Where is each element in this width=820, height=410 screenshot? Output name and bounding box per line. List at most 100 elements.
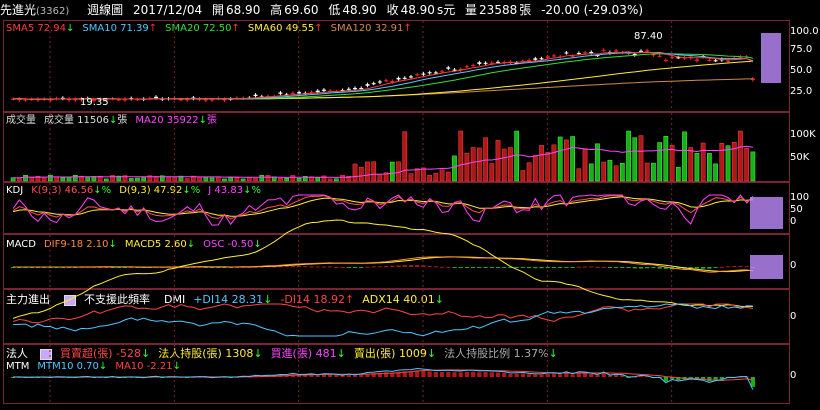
candle-body — [359, 87, 364, 89]
close-value: 48.90 — [400, 3, 435, 17]
k-line — [12, 195, 754, 220]
mtm-bar — [334, 374, 339, 377]
volume-bar — [707, 152, 712, 182]
candle-body — [452, 69, 457, 71]
volume-bar — [203, 176, 209, 182]
volume-bar — [240, 178, 246, 182]
volume-bar — [619, 162, 625, 182]
osc-bar — [725, 266, 731, 268]
period-label[interactable]: 週線圖 — [87, 3, 123, 17]
low-mark: 19.35 — [80, 97, 109, 108]
volume-bar — [396, 161, 401, 182]
osc-bar — [545, 267, 550, 269]
volume-bar — [290, 175, 296, 182]
osc-bar — [390, 265, 395, 267]
mtm-bar — [533, 374, 538, 377]
mtm-panel[interactable]: 法人 買賣超(張) -528↓ 法人持股(張) 1308↓ 買進(張) 481↓ 賣出(… — [3, 344, 791, 405]
unit-label: s元 — [436, 3, 456, 17]
mtm-bar — [359, 374, 364, 377]
candle-body — [638, 50, 643, 52]
volume-bar — [551, 144, 557, 182]
osc-bar — [744, 266, 749, 268]
volume-bar — [445, 171, 451, 182]
osc-bar — [433, 266, 438, 268]
volume-bar — [408, 173, 414, 182]
candle-body — [614, 50, 619, 52]
macd-chart[interactable] — [4, 235, 791, 290]
mtm-chart[interactable] — [4, 345, 791, 405]
volume-panel[interactable]: 成交量 成交量 11506↓張 MA20 35922↓張 — [3, 112, 791, 183]
volume-bar — [389, 161, 395, 182]
mtm-bar — [483, 372, 488, 377]
osc-bar — [719, 266, 724, 268]
volume-bar — [520, 170, 526, 182]
osc-bar — [309, 266, 314, 268]
candle-body — [178, 99, 183, 101]
volume-bar — [669, 145, 675, 182]
osc-bar — [533, 267, 538, 269]
volume-bar — [495, 140, 501, 182]
mtm-bar — [514, 373, 519, 377]
osc-bar — [439, 266, 445, 268]
price-candlestick-chart[interactable] — [4, 21, 791, 113]
price-panel[interactable]: SMA5 72.94↓ SMA10 71.39↑ SMA20 72.50↑ SMA60… — [3, 20, 791, 113]
osc-bar — [315, 266, 320, 268]
candle-body — [371, 83, 376, 85]
osc-bar — [707, 267, 712, 269]
volume-bar — [284, 178, 289, 182]
volume-bar — [72, 174, 78, 182]
volume-bar — [209, 177, 215, 182]
volume-bar — [483, 137, 488, 182]
osc-bar — [595, 266, 600, 268]
candle-body — [477, 62, 482, 64]
candle-body — [346, 88, 351, 90]
candle-body — [210, 99, 215, 101]
candle-body — [545, 56, 550, 58]
volume-bar — [644, 162, 650, 182]
volume-bar — [23, 175, 28, 182]
macd-axis: 0 — [790, 234, 820, 289]
mtm-axis: 0 — [790, 344, 820, 404]
volume-bar — [253, 178, 258, 182]
candle-body — [396, 77, 401, 80]
volume-bar — [439, 169, 445, 182]
highlight-range — [750, 255, 783, 279]
candle-body — [713, 60, 718, 62]
dmi-line-chart[interactable] — [4, 219, 791, 345]
candle-body — [564, 52, 569, 54]
volume-bar-chart[interactable] — [4, 113, 791, 183]
osc-bar — [657, 267, 662, 269]
volume-bar — [197, 176, 202, 182]
volume-bar — [532, 155, 538, 182]
volume-bar — [694, 153, 700, 182]
candle-body — [663, 59, 668, 61]
sma5-line — [13, 51, 754, 100]
volume-bar — [539, 145, 544, 182]
dmi-panel[interactable]: 主力進出 不支援此頻率 DMI +DI14 28.31↓ -DI14 18.92↑ ADX… — [3, 219, 791, 345]
volume-bar — [128, 178, 134, 182]
volume-unit: 張 — [519, 3, 532, 17]
sma60-line — [13, 61, 753, 100]
macd-panel[interactable]: MACD DIF9-18 2.10↓ MACD5 2.60↓ OSC -0.50↓ — [3, 234, 791, 290]
osc-bar — [296, 266, 302, 268]
axis-tick: 75.0 — [790, 44, 813, 55]
volume-bar — [626, 130, 631, 182]
candle-body — [321, 89, 326, 91]
dif-line — [13, 256, 753, 273]
osc-bar — [371, 266, 376, 268]
candle-body — [471, 65, 476, 67]
osc-bar — [415, 265, 420, 267]
volume-bar — [601, 161, 607, 182]
mtm-bar — [433, 371, 438, 377]
candle-body — [726, 60, 731, 62]
kdj-line-chart[interactable] — [4, 183, 791, 235]
candle-body — [576, 52, 581, 54]
volume-bar — [545, 152, 551, 182]
osc-bar — [607, 267, 613, 268]
volume-bar — [365, 161, 370, 182]
open-value: 68.90 — [225, 3, 261, 17]
volume-bar — [657, 142, 662, 182]
axis-tick: 0 — [790, 216, 797, 227]
high-label: 高 — [270, 3, 283, 17]
stock-name[interactable]: 先進光 — [0, 3, 36, 17]
